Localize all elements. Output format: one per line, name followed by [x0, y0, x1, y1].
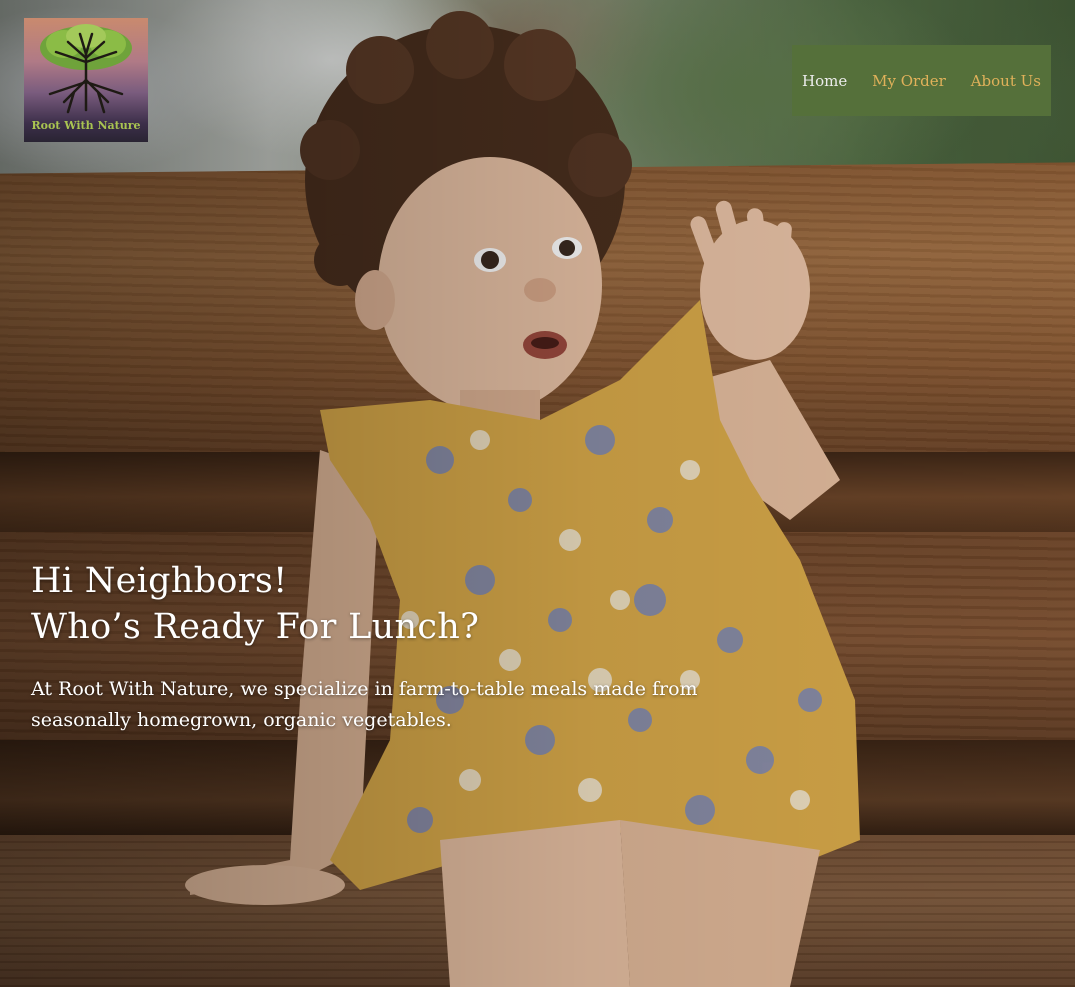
nav-link-home[interactable]: Home — [802, 72, 847, 90]
brand-name: Root With Nature — [31, 119, 141, 132]
hero-headline-line1: Hi Neighbors! — [31, 561, 288, 601]
hero-section: Root With Nature Home My Order About Us … — [0, 0, 1075, 987]
hero-background-photo — [0, 0, 1075, 987]
hero-headline-line2: Who’s Ready For Lunch? — [31, 607, 480, 647]
brand-logo[interactable]: Root With Nature — [24, 18, 148, 142]
nav-link-my-order[interactable]: My Order — [872, 72, 946, 90]
main-nav: Home My Order About Us — [792, 45, 1051, 116]
hero-dark-overlay — [0, 0, 1075, 987]
hero-headline: Hi Neighbors! Who’s Ready For Lunch? — [31, 558, 479, 650]
hero-tagline: At Root With Nature, we specialize in fa… — [31, 678, 698, 731]
tree-roots-icon — [40, 24, 132, 114]
nav-link-about-us[interactable]: About Us — [971, 72, 1041, 90]
